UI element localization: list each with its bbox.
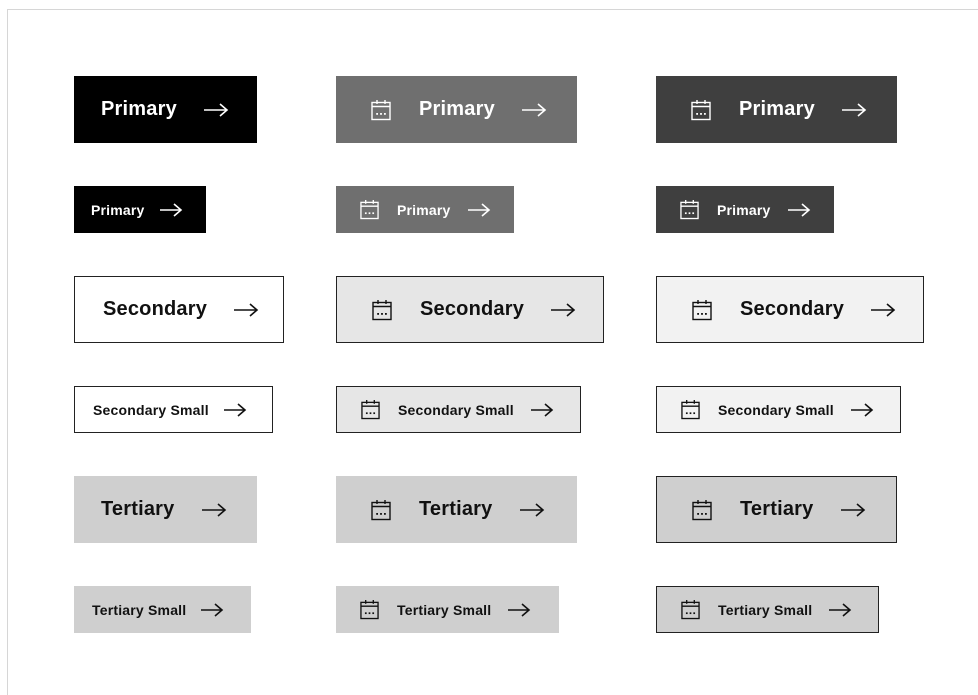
secondary-button-with-icon-active[interactable]: Secondary — [656, 276, 924, 343]
button-label: Primary — [91, 201, 145, 218]
arrow-right-icon — [840, 502, 865, 517]
button-label: Tertiary — [101, 498, 175, 520]
button-label: Primary — [397, 201, 451, 218]
primary-button-with-icon-hover[interactable]: Primary — [336, 76, 577, 143]
button-label: Primary — [717, 201, 771, 218]
arrow-right-icon — [467, 202, 490, 217]
button-label: Primary — [739, 98, 815, 120]
button-label: Secondary — [103, 298, 208, 320]
tertiary-button-with-icon-active[interactable]: Tertiary — [656, 476, 897, 543]
arrow-right-icon — [201, 502, 226, 517]
tertiary-small-button[interactable]: Tertiary Small — [74, 586, 251, 633]
button-label: Secondary Small — [93, 401, 209, 418]
calendar-icon — [681, 600, 700, 620]
arrow-right-icon — [551, 302, 576, 317]
button-label: Secondary — [420, 298, 525, 320]
arrow-right-icon — [519, 502, 544, 517]
primary-button-with-icon-active[interactable]: Primary — [656, 76, 897, 143]
arrow-right-icon — [234, 302, 259, 317]
calendar-icon — [680, 200, 699, 220]
calendar-icon — [360, 600, 379, 620]
tertiary-button-with-icon-hover[interactable]: Tertiary — [336, 476, 577, 543]
primary-button[interactable]: Primary — [74, 76, 257, 143]
primary-small-button-with-icon-active[interactable]: Primary — [656, 186, 834, 233]
button-label: Secondary Small — [718, 401, 834, 418]
arrow-right-icon — [850, 402, 874, 417]
button-label: Tertiary Small — [92, 601, 187, 618]
secondary-small-button-with-icon-active[interactable]: Secondary Small — [656, 386, 901, 433]
arrow-right-icon — [841, 102, 867, 117]
tertiary-small-button-with-icon-active[interactable]: Tertiary Small — [656, 586, 879, 633]
button-label: Tertiary Small — [718, 601, 813, 618]
button-label: Secondary Small — [398, 401, 514, 418]
calendar-icon — [691, 99, 711, 120]
secondary-small-button[interactable]: Secondary Small — [74, 386, 273, 433]
calendar-icon — [371, 499, 391, 520]
calendar-icon — [692, 299, 712, 320]
arrow-right-icon — [203, 102, 229, 117]
button-label: Secondary — [740, 298, 845, 320]
arrow-right-icon — [871, 302, 896, 317]
button-label: Primary — [419, 98, 495, 120]
arrow-right-icon — [201, 602, 224, 617]
arrow-right-icon — [223, 402, 247, 417]
calendar-icon — [371, 99, 391, 120]
calendar-icon — [681, 400, 700, 420]
secondary-button[interactable]: Secondary — [74, 276, 284, 343]
button-label: Tertiary Small — [397, 601, 492, 618]
arrow-right-icon — [787, 202, 810, 217]
tertiary-small-button-with-icon-hover[interactable]: Tertiary Small — [336, 586, 559, 633]
calendar-icon — [692, 499, 712, 520]
primary-small-button-with-icon-hover[interactable]: Primary — [336, 186, 514, 233]
tertiary-button[interactable]: Tertiary — [74, 476, 257, 543]
calendar-icon — [360, 200, 379, 220]
arrow-right-icon — [521, 102, 547, 117]
primary-small-button[interactable]: Primary — [74, 186, 206, 233]
secondary-button-with-icon-hover[interactable]: Secondary — [336, 276, 604, 343]
button-label: Primary — [101, 98, 177, 120]
arrow-right-icon — [829, 602, 852, 617]
secondary-small-button-with-icon-hover[interactable]: Secondary Small — [336, 386, 581, 433]
calendar-icon — [372, 299, 392, 320]
arrow-right-icon — [530, 402, 554, 417]
button-label: Tertiary — [740, 498, 814, 520]
arrow-right-icon — [159, 202, 182, 217]
button-label: Tertiary — [419, 498, 493, 520]
calendar-icon — [361, 400, 380, 420]
arrow-right-icon — [508, 602, 531, 617]
